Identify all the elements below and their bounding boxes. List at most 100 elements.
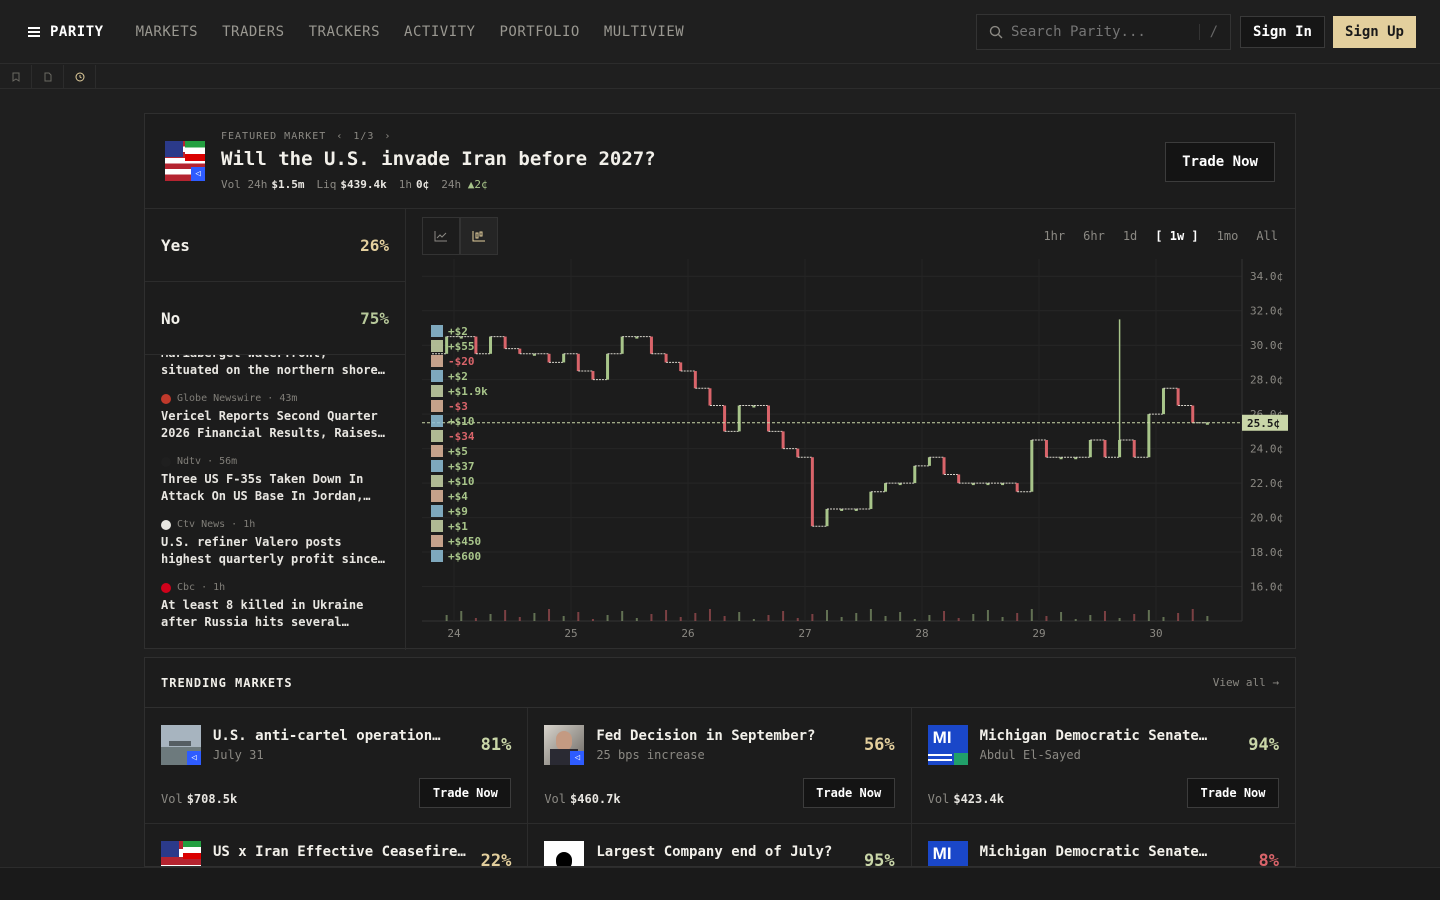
search-icon	[989, 25, 1003, 39]
trader-avatar	[431, 520, 443, 532]
volume-bar	[694, 613, 697, 621]
trade-label: +$2	[448, 370, 468, 383]
volume-bar	[445, 615, 448, 621]
volume-bar	[489, 614, 492, 621]
trade-label: +$55	[448, 340, 475, 353]
x-tick-label: 24	[447, 627, 461, 640]
trade-label: +$4	[448, 490, 468, 503]
trader-avatar	[431, 550, 443, 562]
source-logo-icon	[161, 582, 171, 593]
news-item[interactable]: Globe Newswire · 43m Vericel Reports Secon…	[161, 393, 389, 442]
market-title[interactable]: Largest Company end of July?	[596, 844, 851, 860]
nav-link-markets[interactable]: MARKETS	[136, 24, 199, 40]
y-tick-label: 20.0¢	[1250, 512, 1283, 525]
volume-bar	[591, 619, 594, 621]
market-title[interactable]: U.S. anti-cartel operation…	[213, 728, 468, 744]
volume-bar	[474, 618, 477, 621]
market-card[interactable]: US x Iran Effective Ceasefire…22%VolTrad…	[145, 824, 529, 866]
bookmark-icon[interactable]	[0, 65, 32, 89]
volume-bar	[869, 609, 872, 621]
trader-avatar	[431, 415, 443, 427]
trade-now-button[interactable]: Trade Now	[1165, 142, 1275, 182]
nav-link-activity[interactable]: ACTIVITY	[404, 24, 475, 40]
market-card[interactable]: ◁ U.S. anti-cartel operation… July 31 81% Vo…	[145, 708, 529, 824]
volume-bar	[1206, 616, 1209, 621]
trade-now-button[interactable]: Trade Now	[802, 778, 895, 808]
featured-title[interactable]: Will the U.S. invade Iran before 2027?	[221, 148, 656, 170]
market-title[interactable]: Michigan Democratic Senate…	[980, 844, 1235, 860]
vol-value: $1.5m	[271, 178, 305, 191]
y-tick-label: 34.0¢	[1250, 270, 1283, 283]
candle	[518, 348, 522, 354]
search-box[interactable]: /	[976, 14, 1231, 50]
volume-bar	[650, 614, 653, 621]
market-image: MI	[927, 725, 968, 765]
candle	[781, 431, 785, 449]
market-card[interactable]: Largest Company end of July?95%VolTrade …	[528, 824, 912, 867]
vol-value: $423.4k	[953, 792, 1004, 806]
trending-header: TRENDING MARKETS View all →	[144, 657, 1296, 707]
volume-bar	[840, 617, 843, 621]
market-pct: 56%	[863, 735, 895, 755]
news-item[interactable]: Ndtv · 56m Three US F-35s Taken Down In At…	[161, 456, 389, 505]
trade-label: +$5	[448, 445, 468, 458]
outcome-no[interactable]: No 75%	[145, 282, 405, 355]
brand[interactable]: PARITY	[28, 24, 104, 40]
nav-link-trackers[interactable]: TRACKERS	[309, 24, 380, 40]
prev-icon[interactable]: ‹	[336, 131, 343, 142]
volume-bar	[899, 612, 902, 621]
market-title[interactable]: US x Iran Effective Ceasefire…	[213, 844, 468, 860]
nav-link-portfolio[interactable]: PORTFOLIO	[499, 24, 579, 40]
sign-up-button[interactable]: Sign Up	[1333, 16, 1416, 48]
menu-icon[interactable]	[28, 26, 40, 37]
volume-bar	[562, 616, 565, 621]
y-tick-label: 22.0¢	[1250, 477, 1283, 490]
nav-link-traders[interactable]: TRADERS	[222, 24, 285, 40]
nav-link-multiview[interactable]: MULTIVIEW	[604, 24, 684, 40]
trader-avatar	[431, 400, 443, 412]
trader-avatar	[431, 355, 443, 367]
y-tick-label: 24.0¢	[1250, 443, 1283, 456]
featured-label-row: FEATURED MARKET ‹ 1/3 ›	[221, 131, 391, 142]
trade-now-button[interactable]: Trade Now	[1187, 778, 1279, 808]
volume-bar	[738, 612, 741, 621]
news-item[interactable]: Ctv News · 1h U.S. refiner Valero posts hi…	[161, 519, 389, 568]
candle	[606, 353, 610, 380]
next-icon[interactable]: ›	[384, 131, 391, 142]
document-icon[interactable]	[32, 65, 64, 89]
candlestick-chart[interactable]: 16.0¢18.0¢20.0¢22.0¢24.0¢26.0¢28.0¢30.0¢…	[406, 209, 1296, 650]
candle	[913, 465, 917, 484]
news-item[interactable]: Mariaberget waterfront, situated on the …	[161, 355, 389, 379]
history-icon[interactable]	[64, 65, 96, 89]
news-source: Globe Newswire	[177, 393, 262, 404]
featured-label: FEATURED MARKET	[221, 131, 327, 142]
sign-in-button[interactable]: Sign In	[1240, 16, 1325, 48]
market-card[interactable]: MI Michigan Democratic Senate… Abdul El-Sa…	[911, 708, 1295, 824]
trade-label: +$9	[448, 505, 468, 518]
candle	[591, 371, 595, 380]
search-input[interactable]	[1010, 24, 1191, 40]
outcome-yes[interactable]: Yes 26%	[145, 209, 405, 282]
vol-label: Vol 24h	[221, 178, 268, 191]
market-card[interactable]: MIMichigan Democratic Senate…8%VolTrade …	[912, 824, 1295, 866]
volume-bar	[1162, 617, 1165, 621]
volume-bar	[767, 615, 770, 621]
candle	[1103, 440, 1107, 458]
market-image	[544, 841, 585, 866]
market-title[interactable]: Michigan Democratic Senate…	[980, 728, 1235, 744]
view-all-link[interactable]: View all →	[1213, 676, 1279, 689]
volume-bar	[1133, 614, 1136, 621]
trade-now-button[interactable]: Trade Now	[419, 778, 512, 808]
tool-strip	[0, 65, 1440, 89]
market-pct: 95%	[863, 851, 895, 867]
news-item[interactable]: Cbc · 1h At least 8 killed in Ukraine afte…	[161, 582, 389, 631]
volume-bar	[621, 611, 624, 621]
candle	[1191, 405, 1195, 423]
x-tick-label: 28	[915, 627, 928, 640]
market-title[interactable]: Fed Decision in September?	[596, 728, 851, 744]
market-subtitle: 25 bps increase	[596, 748, 705, 762]
volume-bar	[460, 611, 463, 621]
candle	[693, 371, 697, 389]
market-card[interactable]: ◁ Fed Decision in September? 25 bps increa…	[528, 708, 912, 824]
trade-label: +$1.9k	[448, 385, 488, 398]
